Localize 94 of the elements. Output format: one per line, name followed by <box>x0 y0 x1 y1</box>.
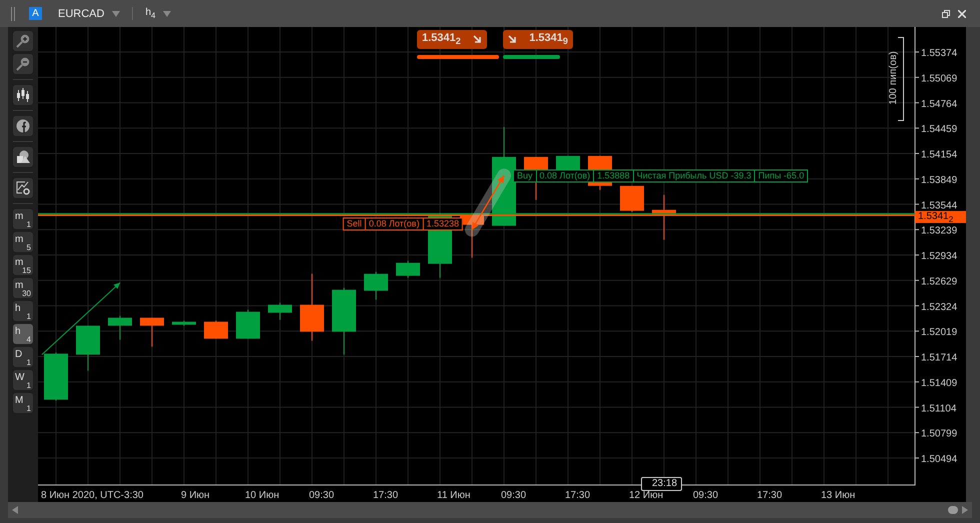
account-badge[interactable]: A <box>29 7 42 20</box>
timeframe-button[interactable]: h 1 <box>13 301 33 321</box>
close-icon[interactable] <box>958 10 966 18</box>
sell-button[interactable]: 1.5341$_{2}$ <box>417 30 487 49</box>
timeframe-button[interactable]: D 1 <box>13 347 33 367</box>
price-tick-label: 1.52629 <box>921 276 958 288</box>
timeframe-button[interactable]: h 4 <box>13 324 33 344</box>
price-tick-label: 1.54459 <box>921 124 958 136</box>
candlestick <box>396 260 420 278</box>
trade-label-cell: 1.53238 <box>423 217 463 230</box>
dropdown-icon[interactable] <box>112 10 120 16</box>
candlestick <box>268 302 292 320</box>
time-tick-label: 17:30 <box>373 490 398 501</box>
buy-bar <box>503 55 560 59</box>
time-tick-label: 17:30 <box>565 490 590 501</box>
candlestick <box>172 320 196 326</box>
scroll-thumb[interactable] <box>948 506 958 514</box>
timeframe-button[interactable]: m 5 <box>13 232 33 252</box>
price-tick-label: 1.50799 <box>921 428 958 440</box>
time-tick-label: 09:30 <box>501 490 526 501</box>
trade-label-cell: 1.53888 <box>594 169 634 182</box>
timeframe-button[interactable]: M 1 <box>13 393 33 413</box>
buy-button[interactable]: 1.5341$_{9}$ <box>503 30 573 49</box>
grip-icon[interactable] <box>11 6 16 20</box>
shapes-icon <box>16 150 30 164</box>
candlestick <box>44 352 68 402</box>
timeframe-button[interactable]: m 15 <box>13 255 33 275</box>
price-tick-label: 1.52934 <box>921 251 958 262</box>
time-tick-label: 9 Июн <box>181 490 210 501</box>
price-tick-label: 1.55069 <box>921 73 958 84</box>
restore-icon[interactable] <box>942 10 950 18</box>
price-tick-label: 1.55374 <box>921 48 958 59</box>
chart-settings-icon <box>16 181 30 195</box>
candlestick <box>140 317 164 348</box>
social-button[interactable] <box>13 116 33 136</box>
price-tick-label: 1.52019 <box>921 327 958 338</box>
price-tick-label: 1.53544 <box>921 200 958 212</box>
scroll-left-icon[interactable] <box>12 506 18 514</box>
price-tick-label: 1.52324 <box>921 302 958 313</box>
timeframe-button[interactable]: W 1 <box>13 370 33 390</box>
price-tick-label: 1.51714 <box>921 352 958 364</box>
chart-type-button[interactable] <box>13 85 33 105</box>
dropdown-icon[interactable] <box>163 10 172 16</box>
trade-label-cell: Sell <box>342 217 366 230</box>
time-tick-label: 11 Июн <box>437 490 470 501</box>
time-tick-label: 12 Июн <box>629 490 664 501</box>
scroll-right-icon[interactable] <box>962 506 968 514</box>
arrow-down-right-icon <box>473 35 482 44</box>
time-tick-label: 17:30 <box>757 490 782 501</box>
symbol-selector[interactable]: EURCAD <box>58 8 104 20</box>
candlestick <box>364 271 388 300</box>
arrow-down-right-icon <box>508 35 517 44</box>
zoom-out-icon <box>16 57 30 71</box>
candlesticks-icon <box>16 88 30 102</box>
time-tick-label: 8 Июн 2020, UTC-3:30 <box>41 490 144 501</box>
trade-label-cell: Пипы -65.0 <box>755 169 808 182</box>
trade-label-cell: 0.08 Лот(ов) <box>536 169 594 182</box>
circle-f-icon <box>16 119 30 133</box>
price-tick-label: 1.51409 <box>921 378 958 389</box>
time-tick-label: 09:30 <box>309 490 334 501</box>
candlestick <box>332 287 356 356</box>
current-price-label: 1.5341$_{2}$ <box>915 211 966 224</box>
trade-label-cell: 0.08 Лот(ов) <box>366 217 424 230</box>
price-tick-label: 1.50494 <box>921 454 958 465</box>
candlestick <box>556 155 580 172</box>
price-tick-label: 1.53849 <box>921 174 958 186</box>
time-tick-label: 10 Июн <box>245 490 280 501</box>
candlestick <box>76 325 100 372</box>
candlestick <box>652 194 676 240</box>
timeframe-button[interactable]: m 30 <box>13 278 33 298</box>
chart-settings-button[interactable] <box>13 178 33 198</box>
drawing-tools-button[interactable] <box>13 147 33 167</box>
trade-label-cell: Чистая Прибыль USD -39.3 <box>634 169 756 182</box>
zoom-in-button[interactable] <box>13 31 33 51</box>
zoom-out-button[interactable] <box>13 54 33 74</box>
cursor-time-label: 23:18 <box>641 477 682 491</box>
trend-line[interactable] <box>41 282 120 356</box>
time-tick-label: 13 Июн <box>821 490 856 501</box>
price-tick-label: 1.51104 <box>921 403 956 414</box>
price-tick-label: 1.53239 <box>921 226 958 237</box>
candlestick <box>620 185 644 212</box>
range-label: 100 пип(ов) <box>888 51 899 105</box>
trade-label-cell: Buy <box>513 169 537 182</box>
candlestick <box>236 309 260 340</box>
price-tick-label: 1.54154 <box>921 150 958 160</box>
candlestick <box>204 320 228 340</box>
zoom-in-icon <box>16 34 30 48</box>
price-tick-label: 1.54764 <box>921 98 958 110</box>
candlestick <box>300 273 324 342</box>
candlestick <box>108 315 132 340</box>
timeframe-selector[interactable]: h$_{4}$ <box>145 7 156 20</box>
timeframe-button[interactable]: m 1 <box>13 209 33 229</box>
time-tick-label: 09:30 <box>693 490 718 501</box>
trade-arrow[interactable] <box>465 168 511 237</box>
